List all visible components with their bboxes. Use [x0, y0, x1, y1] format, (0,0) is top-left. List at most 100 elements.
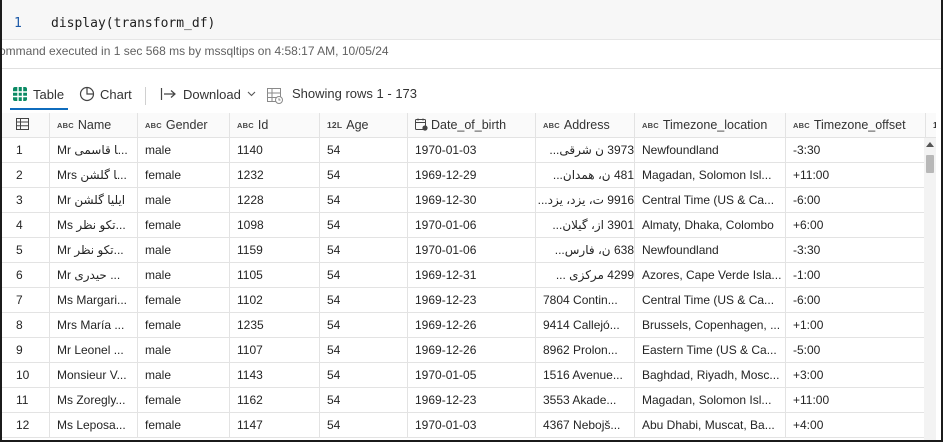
cell-row-index[interactable]: 10 — [2, 363, 50, 388]
cell-id[interactable]: 1159 — [230, 238, 320, 263]
cell-age[interactable]: 54 — [320, 363, 408, 388]
cell-timezone-offset[interactable]: +3:00 — [786, 363, 926, 388]
tab-chart[interactable]: Chart — [79, 86, 132, 102]
column-header-id[interactable]: ABC Id — [230, 113, 320, 138]
column-header-gender[interactable]: ABC Gender — [138, 113, 230, 138]
cell-date-of-birth[interactable]: 1970-01-06 — [408, 213, 536, 238]
cell-timezone-location[interactable]: Newfoundland — [635, 238, 786, 263]
column-header-age[interactable]: 12L Age — [320, 113, 408, 138]
column-header-timezone-location[interactable]: ABC Timezone_location — [635, 113, 786, 138]
cell-id[interactable]: 1143 — [230, 363, 320, 388]
cell-age[interactable]: 54 — [320, 388, 408, 413]
cell-gender[interactable]: female — [138, 388, 230, 413]
cell-date-of-birth[interactable]: 1969-12-23 — [408, 388, 536, 413]
cell-gender[interactable]: male — [138, 363, 230, 388]
cell-id[interactable]: 1107 — [230, 338, 320, 363]
cell-row-index[interactable]: 6 — [2, 263, 50, 288]
cell-age[interactable]: 54 — [320, 313, 408, 338]
cell-address[interactable]: 4299 ﻣﺮﮐﺰﯼ ... — [536, 263, 635, 288]
cell-address[interactable]: 9916 ﺕ، ﯾﺰﺩ، ﯾﺰﺩ... — [536, 188, 635, 213]
cell-age[interactable]: 54 — [320, 413, 408, 438]
table-row[interactable]: 1 Mr ﺎ ﻗﺎﺳﻤﯽ... male 1140 54 1970-01-03 3973 ﻥ… — [2, 138, 941, 163]
cell-address[interactable]: 8962 Prolon... — [536, 338, 635, 363]
cell-address[interactable]: 4367 Nebojš... — [536, 413, 635, 438]
cell-address[interactable]: 9414 Callejó... — [536, 313, 635, 338]
cell-age[interactable]: 54 — [320, 188, 408, 213]
cell-address[interactable]: 638 ﻥ، ﻓﺎﺭﺱ... — [536, 238, 635, 263]
cell-name[interactable]: Mr ﺣﯿﺪﺭﯼ ... — [50, 263, 138, 288]
cell-age[interactable]: 54 — [320, 338, 408, 363]
cell-id[interactable]: 1147 — [230, 413, 320, 438]
cell-address[interactable]: 3901 ﺍﺯ، ﮔﯿﻼﻥ... — [536, 213, 635, 238]
table-row[interactable]: 2 Mrs ﺎ ﮔﻠﺸﻦ... female 1232 54 1969-12-29 481 … — [2, 163, 941, 188]
cell-address[interactable]: 3553 Akade... — [536, 388, 635, 413]
cell-gender[interactable]: female — [138, 413, 230, 438]
cell-age[interactable]: 54 — [320, 213, 408, 238]
column-header-timezone-offset[interactable]: ABC Timezone_offset — [786, 113, 926, 138]
cell-timezone-location[interactable]: Abu Dhabi, Muscat, Ba... — [635, 413, 786, 438]
cell-gender[interactable]: male — [138, 238, 230, 263]
cell-id[interactable]: 1140 — [230, 138, 320, 163]
cell-timezone-offset[interactable]: -3:30 — [786, 138, 926, 163]
cell-timezone-offset[interactable]: +1:00 — [786, 313, 926, 338]
cell-timezone-location[interactable]: Brussels, Copenhagen, ... — [635, 313, 786, 338]
cell-timezone-location[interactable]: Eastern Time (US & Ca... — [635, 338, 786, 363]
code-cell[interactable]: 1 display(transform_df) — [2, 0, 941, 40]
cell-row-index[interactable]: 3 — [2, 188, 50, 213]
cell-row-index[interactable]: 2 — [2, 163, 50, 188]
cell-row-index[interactable]: 5 — [2, 238, 50, 263]
cell-timezone-location[interactable]: Central Time (US & Ca... — [635, 188, 786, 213]
cell-name[interactable]: Ms Leposa... — [50, 413, 138, 438]
cell-gender[interactable]: male — [138, 138, 230, 163]
cell-name[interactable]: Mr ﺎ ﻗﺎﺳﻤﯽ... — [50, 138, 138, 163]
cell-name[interactable]: Ms ﺗﮑﻮ ﻧﻈﺮ... — [50, 213, 138, 238]
table-row[interactable]: 3 Mr ﺍﯾﻠﯿﺎ ﮔﻠﺸﻦ male 1228 54 1969-12-30 9916 ﺕ… — [2, 188, 941, 213]
cell-age[interactable]: 54 — [320, 163, 408, 188]
table-row[interactable]: 5 Mr ﺗﮑﻮ ﻧﻈﺮ... male 1159 54 1970-01-06 638 ﻥ،… — [2, 238, 941, 263]
cell-gender[interactable]: male — [138, 263, 230, 288]
cell-name[interactable]: Mrs María ... — [50, 313, 138, 338]
cell-date-of-birth[interactable]: 1970-01-06 — [408, 238, 536, 263]
cell-timezone-offset[interactable]: -1:00 — [786, 263, 926, 288]
cell-timezone-offset[interactable]: +11:00 — [786, 163, 926, 188]
column-header-name[interactable]: ABC Name — [50, 113, 138, 138]
table-row[interactable]: 9 Mr Leonel ... male 1107 54 1969-12-26 8962 P… — [2, 338, 941, 363]
cell-age[interactable]: 54 — [320, 263, 408, 288]
table-row[interactable]: 6 Mr ﺣﯿﺪﺭﯼ ... male 1105 54 1969-12-31 4299 ﻣﺮ… — [2, 263, 941, 288]
cell-id[interactable]: 1102 — [230, 288, 320, 313]
cell-gender[interactable]: female — [138, 213, 230, 238]
table-row[interactable]: 11 Ms Zoregly... female 1162 54 1969-12-23 355… — [2, 388, 941, 413]
cell-id[interactable]: 1232 — [230, 163, 320, 188]
cell-date-of-birth[interactable]: 1970-01-03 — [408, 138, 536, 163]
cell-age[interactable]: 54 — [320, 238, 408, 263]
cell-gender[interactable]: male — [138, 338, 230, 363]
table-row[interactable]: 4 Ms ﺗﮑﻮ ﻧﻈﺮ... female 1098 54 1970-01-06 3901… — [2, 213, 941, 238]
cell-timezone-offset[interactable]: +11:00 — [786, 388, 926, 413]
cell-timezone-offset[interactable]: +6:00 — [786, 213, 926, 238]
cell-date-of-birth[interactable]: 1969-12-31 — [408, 263, 536, 288]
cell-timezone-offset[interactable]: -3:30 — [786, 238, 926, 263]
cell-gender[interactable]: male — [138, 188, 230, 213]
cell-address[interactable]: 3973 ﻥ ﺷﺮﻗﯽ... — [536, 138, 635, 163]
cell-timezone-location[interactable]: Central Time (US & Ca... — [635, 288, 786, 313]
cell-timezone-offset[interactable]: -6:00 — [786, 188, 926, 213]
cell-timezone-location[interactable]: Magadan, Solomon Isl... — [635, 163, 786, 188]
cell-timezone-offset[interactable]: +4:00 — [786, 413, 926, 438]
scrollbar-thumb[interactable] — [926, 155, 934, 173]
cell-timezone-offset[interactable]: -6:00 — [786, 288, 926, 313]
cell-id[interactable]: 1162 — [230, 388, 320, 413]
cell-timezone-location[interactable]: Almaty, Dhaka, Colombo — [635, 213, 786, 238]
cell-id[interactable]: 1098 — [230, 213, 320, 238]
cell-name[interactable]: Mr Leonel ... — [50, 338, 138, 363]
cell-name[interactable]: Mrs ﺎ ﮔﻠﺸﻦ... — [50, 163, 138, 188]
cell-row-index[interactable]: 1 — [2, 138, 50, 163]
cell-date-of-birth[interactable]: 1969-12-29 — [408, 163, 536, 188]
cell-row-index[interactable]: 9 — [2, 338, 50, 363]
cell-name[interactable]: Mr ﺍﯾﻠﯿﺎ ﮔﻠﺸﻦ — [50, 188, 138, 213]
cell-id[interactable]: 1235 — [230, 313, 320, 338]
table-row[interactable]: 10 Monsieur V... male 1143 54 1970-01-05 1516 … — [2, 363, 941, 388]
scroll-up-arrow-icon[interactable] — [926, 142, 934, 147]
download-button[interactable]: Download — [160, 86, 256, 102]
cell-date-of-birth[interactable]: 1970-01-05 — [408, 363, 536, 388]
cell-name[interactable]: Ms Zoregly... — [50, 388, 138, 413]
